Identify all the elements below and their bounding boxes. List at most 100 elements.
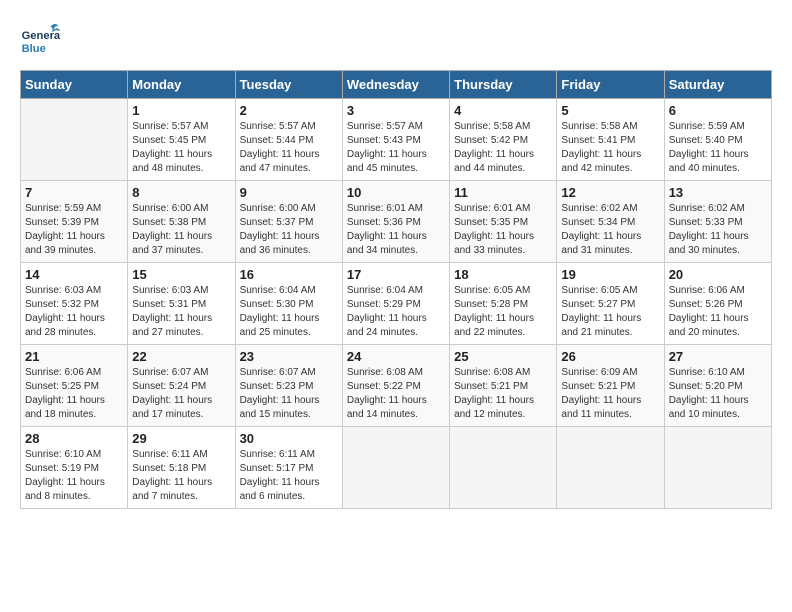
header-day-friday: Friday (557, 71, 664, 99)
day-info: Sunrise: 6:11 AMSunset: 5:17 PMDaylight:… (240, 448, 338, 504)
day-info: Sunrise: 6:05 AMSunset: 5:28 PMDaylight:… (454, 284, 552, 340)
calendar-cell: 18 Sunrise: 6:05 AMSunset: 5:28 PMDayligh… (450, 263, 557, 345)
day-info: Sunrise: 5:59 AMSunset: 5:39 PMDaylight:… (25, 202, 123, 258)
week-row-2: 7Sunrise: 5:59 AMSunset: 5:39 PMDaylight… (21, 181, 772, 263)
day-number: 15 (132, 267, 230, 282)
calendar-cell: 30 Sunrise: 6:11 AMSunset: 5:17 PMDayligh… (235, 427, 342, 509)
calendar-cell: 11 Sunrise: 6:01 AMSunset: 5:35 PMDayligh… (450, 181, 557, 263)
calendar-cell: 17Sunrise: 6:04 AMSunset: 5:29 PMDayligh… (342, 263, 449, 345)
day-info: Sunrise: 6:10 AMSunset: 5:19 PMDaylight:… (25, 448, 123, 504)
calendar-cell: 27 Sunrise: 6:10 AMSunset: 5:20 PMDayligh… (664, 345, 771, 427)
day-info: Sunrise: 6:00 AMSunset: 5:38 PMDaylight:… (132, 202, 230, 258)
calendar-cell: 26 Sunrise: 6:09 AMSunset: 5:21 PMDayligh… (557, 345, 664, 427)
calendar-cell: 6Sunrise: 5:59 AMSunset: 5:40 PMDaylight… (664, 99, 771, 181)
header-day-wednesday: Wednesday (342, 71, 449, 99)
week-row-4: 21Sunrise: 6:06 AMSunset: 5:25 PMDayligh… (21, 345, 772, 427)
day-number: 30 (240, 431, 338, 446)
calendar-cell: 7Sunrise: 5:59 AMSunset: 5:39 PMDaylight… (21, 181, 128, 263)
day-number: 24 (347, 349, 445, 364)
day-number: 18 (454, 267, 552, 282)
week-row-1: 1 Sunrise: 5:57 AMSunset: 5:45 PMDaylight… (21, 99, 772, 181)
day-number: 4 (454, 103, 552, 118)
day-number: 22 (132, 349, 230, 364)
day-number: 25 (454, 349, 552, 364)
day-info: Sunrise: 6:01 AMSunset: 5:35 PMDaylight:… (454, 202, 552, 258)
calendar-cell: 15 Sunrise: 6:03 AMSunset: 5:31 PMDayligh… (128, 263, 235, 345)
day-info: Sunrise: 6:03 AMSunset: 5:32 PMDaylight:… (25, 284, 123, 340)
day-info: Sunrise: 6:02 AMSunset: 5:34 PMDaylight:… (561, 202, 659, 258)
calendar-cell: 10Sunrise: 6:01 AMSunset: 5:36 PMDayligh… (342, 181, 449, 263)
day-number: 27 (669, 349, 767, 364)
day-info: Sunrise: 5:58 AMSunset: 5:41 PMDaylight:… (561, 120, 659, 176)
day-number: 12 (561, 185, 659, 200)
day-number: 28 (25, 431, 123, 446)
calendar-cell: 16Sunrise: 6:04 AMSunset: 5:30 PMDayligh… (235, 263, 342, 345)
day-info: Sunrise: 5:57 AMSunset: 5:45 PMDaylight:… (132, 120, 230, 176)
day-info: Sunrise: 5:57 AMSunset: 5:44 PMDaylight:… (240, 120, 338, 176)
day-info: Sunrise: 5:58 AMSunset: 5:42 PMDaylight:… (454, 120, 552, 176)
day-number: 10 (347, 185, 445, 200)
day-info: Sunrise: 6:00 AMSunset: 5:37 PMDaylight:… (240, 202, 338, 258)
day-info: Sunrise: 6:08 AMSunset: 5:21 PMDaylight:… (454, 366, 552, 422)
calendar-cell (557, 427, 664, 509)
calendar-cell: 1 Sunrise: 5:57 AMSunset: 5:45 PMDaylight… (128, 99, 235, 181)
calendar-cell: 20 Sunrise: 6:06 AMSunset: 5:26 PMDayligh… (664, 263, 771, 345)
week-row-3: 14 Sunrise: 6:03 AMSunset: 5:32 PMDayligh… (21, 263, 772, 345)
day-number: 8 (132, 185, 230, 200)
day-info: Sunrise: 6:10 AMSunset: 5:20 PMDaylight:… (669, 366, 767, 422)
calendar-cell: 2 Sunrise: 5:57 AMSunset: 5:44 PMDaylight… (235, 99, 342, 181)
svg-text:General: General (22, 30, 60, 42)
calendar-cell: 5 Sunrise: 5:58 AMSunset: 5:41 PMDaylight… (557, 99, 664, 181)
day-number: 29 (132, 431, 230, 446)
calendar-cell: 21Sunrise: 6:06 AMSunset: 5:25 PMDayligh… (21, 345, 128, 427)
day-number: 2 (240, 103, 338, 118)
calendar-cell (664, 427, 771, 509)
day-info: Sunrise: 6:03 AMSunset: 5:31 PMDaylight:… (132, 284, 230, 340)
day-number: 19 (561, 267, 659, 282)
logo: General Blue (20, 20, 64, 60)
header-day-monday: Monday (128, 71, 235, 99)
day-number: 1 (132, 103, 230, 118)
day-info: Sunrise: 6:11 AMSunset: 5:18 PMDaylight:… (132, 448, 230, 504)
day-number: 3 (347, 103, 445, 118)
day-info: Sunrise: 6:02 AMSunset: 5:33 PMDaylight:… (669, 202, 767, 258)
day-info: Sunrise: 6:09 AMSunset: 5:21 PMDaylight:… (561, 366, 659, 422)
calendar-cell: 9 Sunrise: 6:00 AMSunset: 5:37 PMDaylight… (235, 181, 342, 263)
calendar-cell: 28 Sunrise: 6:10 AMSunset: 5:19 PMDayligh… (21, 427, 128, 509)
header-day-sunday: Sunday (21, 71, 128, 99)
calendar-cell (21, 99, 128, 181)
day-number: 14 (25, 267, 123, 282)
calendar-cell: 8 Sunrise: 6:00 AMSunset: 5:38 PMDaylight… (128, 181, 235, 263)
day-number: 5 (561, 103, 659, 118)
calendar-cell: 13 Sunrise: 6:02 AMSunset: 5:33 PMDayligh… (664, 181, 771, 263)
logo-icon: General Blue (20, 20, 60, 60)
day-number: 26 (561, 349, 659, 364)
day-info: Sunrise: 6:08 AMSunset: 5:22 PMDaylight:… (347, 366, 445, 422)
calendar-cell: 14 Sunrise: 6:03 AMSunset: 5:32 PMDayligh… (21, 263, 128, 345)
day-number: 20 (669, 267, 767, 282)
calendar-cell: 23 Sunrise: 6:07 AMSunset: 5:23 PMDayligh… (235, 345, 342, 427)
day-info: Sunrise: 6:07 AMSunset: 5:23 PMDaylight:… (240, 366, 338, 422)
calendar-cell: 12 Sunrise: 6:02 AMSunset: 5:34 PMDayligh… (557, 181, 664, 263)
day-number: 23 (240, 349, 338, 364)
calendar-cell: 25 Sunrise: 6:08 AMSunset: 5:21 PMDayligh… (450, 345, 557, 427)
day-info: Sunrise: 6:07 AMSunset: 5:24 PMDaylight:… (132, 366, 230, 422)
day-number: 11 (454, 185, 552, 200)
day-info: Sunrise: 6:04 AMSunset: 5:30 PMDaylight:… (240, 284, 338, 340)
day-info: Sunrise: 5:57 AMSunset: 5:43 PMDaylight:… (347, 120, 445, 176)
calendar-cell: 3 Sunrise: 5:57 AMSunset: 5:43 PMDaylight… (342, 99, 449, 181)
day-number: 9 (240, 185, 338, 200)
day-number: 21 (25, 349, 123, 364)
day-info: Sunrise: 6:06 AMSunset: 5:26 PMDaylight:… (669, 284, 767, 340)
calendar-cell (342, 427, 449, 509)
header-day-saturday: Saturday (664, 71, 771, 99)
calendar-cell: 22 Sunrise: 6:07 AMSunset: 5:24 PMDayligh… (128, 345, 235, 427)
day-number: 13 (669, 185, 767, 200)
day-info: Sunrise: 6:04 AMSunset: 5:29 PMDaylight:… (347, 284, 445, 340)
calendar-cell: 4 Sunrise: 5:58 AMSunset: 5:42 PMDaylight… (450, 99, 557, 181)
header-day-thursday: Thursday (450, 71, 557, 99)
day-info: Sunrise: 6:05 AMSunset: 5:27 PMDaylight:… (561, 284, 659, 340)
svg-text:Blue: Blue (22, 43, 46, 55)
calendar-cell: 19 Sunrise: 6:05 AMSunset: 5:27 PMDayligh… (557, 263, 664, 345)
week-row-5: 28 Sunrise: 6:10 AMSunset: 5:19 PMDayligh… (21, 427, 772, 509)
